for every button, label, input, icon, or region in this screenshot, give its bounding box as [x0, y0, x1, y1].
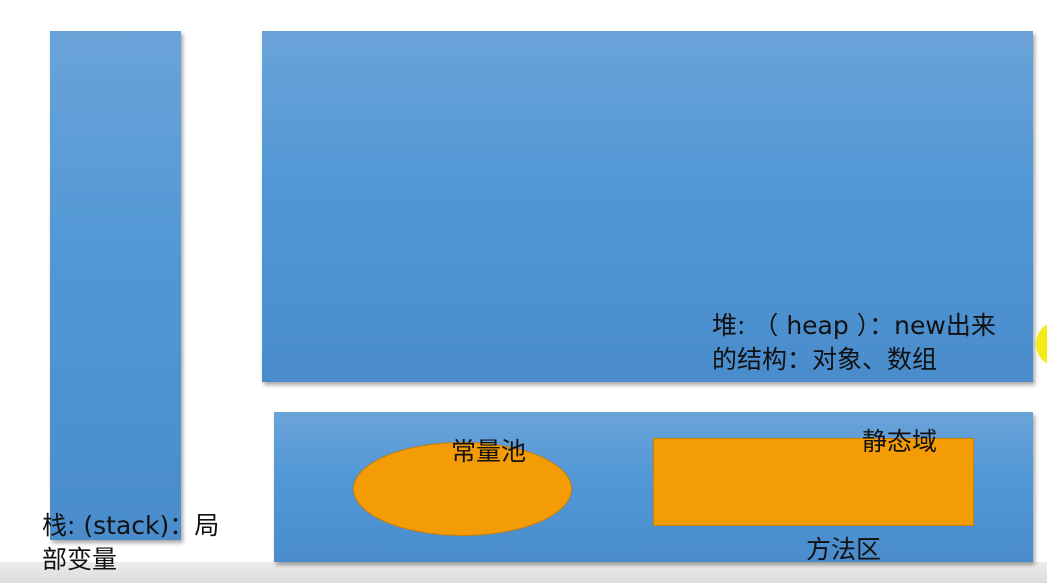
stack-label-line2: 部变量 — [42, 545, 118, 574]
bottom-edge-shade — [0, 562, 1047, 583]
stack-block — [50, 31, 181, 540]
pointer-highlight-icon — [1036, 322, 1047, 366]
heap-label-line2: 的结构：对象、数组 — [712, 345, 938, 374]
static-field-label: 静态域 — [862, 427, 938, 456]
method-area-label: 方法区 — [806, 535, 882, 564]
constant-pool-label: 常量池 — [451, 437, 527, 466]
heap-label-line1: 堆: （ heap ）：new出来 — [712, 311, 996, 340]
stack-label-line1: 栈: (stack)：局 — [42, 511, 220, 540]
